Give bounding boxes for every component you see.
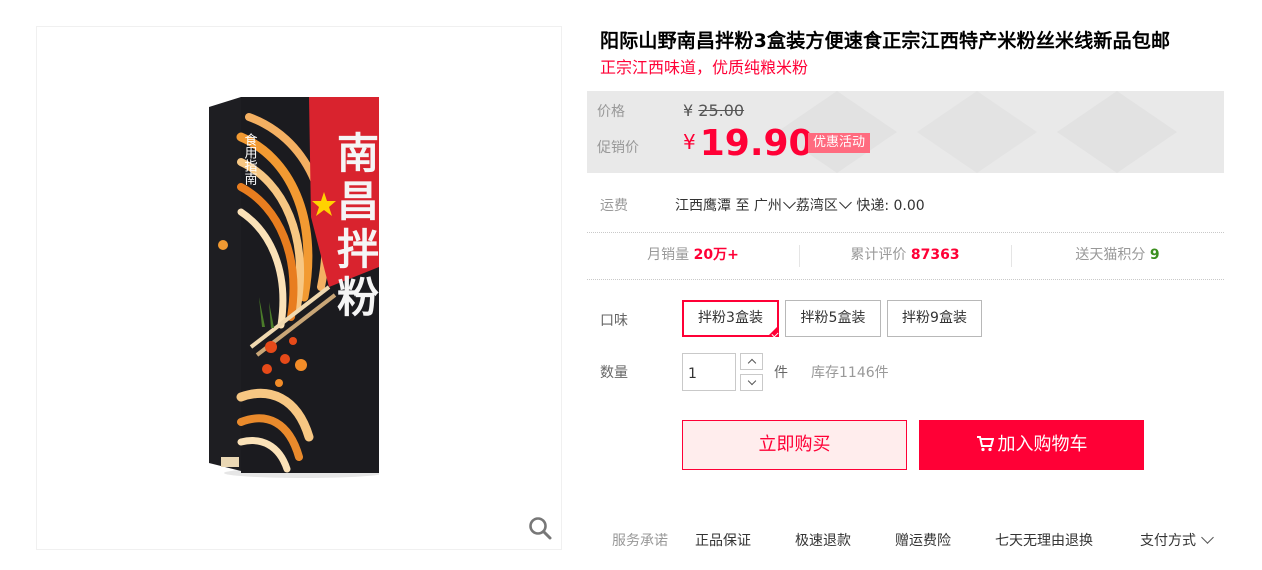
quantity-input[interactable]: 1 [682, 353, 736, 391]
flavor-option-5box[interactable]: 拌粉5盒装 [785, 300, 881, 337]
flavor-option-label: 拌粉9盒装 [902, 310, 967, 326]
freight-row: 运费 江西鹰潭 至 广州 荔湾区 快递: 0.00 [587, 188, 1224, 220]
promo-activity-tag[interactable]: 优惠活动 [808, 133, 871, 153]
monthly-sales-label: 月销量 [647, 247, 690, 263]
original-price-value: 25.00 [698, 101, 745, 120]
stock-count: 库存1146件 [811, 365, 889, 381]
flavor-option-label: 拌粉5盒装 [800, 310, 866, 326]
product-image: 食用指南 南昌拌粉 [209, 97, 380, 478]
city-selector[interactable]: 广州 [753, 196, 796, 214]
service-label: 服务承诺 [612, 533, 668, 549]
promo-currency-symbol: ¥ [683, 130, 696, 154]
service-fast-refund[interactable]: 极速退款 [795, 530, 851, 550]
chevron-down-icon [839, 196, 852, 209]
tmall-points: 送天猫积分 9 [1011, 233, 1224, 278]
points-value: 9 [1149, 247, 1160, 263]
district-name: 荔湾区 [795, 198, 838, 214]
service-7day-return[interactable]: 七天无理由退换 [995, 530, 1093, 550]
flavor-option-label: 拌粉3盒装 [698, 310, 763, 326]
zoom-icon[interactable] [527, 515, 553, 541]
monthly-sales-value: 20万+ [693, 247, 739, 263]
cart-icon [976, 436, 994, 452]
service-genuine[interactable]: 正品保证 [695, 530, 751, 550]
reviews-value: 87363 [910, 247, 960, 263]
review-count[interactable]: 累计评价 87363 [799, 233, 1011, 278]
original-price: ¥ 25.00 [683, 101, 744, 120]
flavor-option-3box[interactable]: 拌粉3盒装 [682, 300, 779, 337]
flavor-label: 口味 [600, 313, 628, 329]
buy-now-button[interactable]: 立即购买 [682, 420, 907, 470]
freight-info: 江西鹰潭 至 广州 荔湾区 快递: 0.00 [675, 195, 925, 215]
service-shipping-insurance[interactable]: 赠运费险 [895, 530, 951, 550]
check-icon [767, 325, 779, 337]
district-selector[interactable]: 荔湾区 [795, 196, 852, 214]
points-label: 送天猫积分 [1075, 247, 1146, 263]
quantity-decrease-button[interactable] [740, 374, 763, 391]
city-name: 广州 [753, 198, 782, 214]
promo-price-label: 促销价 [597, 140, 639, 156]
promo-price: ¥19.90 [683, 123, 814, 164]
chevron-up-icon [747, 358, 757, 368]
divider [587, 279, 1224, 280]
quantity-label: 数量 [600, 365, 628, 381]
decor-pattern [917, 91, 1037, 173]
price-panel: 价格 ¥ 25.00 促销价 ¥19.90 优惠活动 [587, 91, 1224, 173]
add-to-cart-button[interactable]: 加入购物车 [919, 420, 1144, 470]
flavor-option-9box[interactable]: 拌粉9盒装 [887, 300, 982, 337]
chevron-down-icon [1201, 531, 1215, 544]
promo-price-value: 19.90 [699, 123, 814, 164]
box-brand-text: 食用指南 [242, 132, 258, 185]
add-to-cart-label: 加入购物车 [997, 434, 1088, 455]
price-label: 价格 [597, 104, 625, 120]
product-title: 阳际山野南昌拌粉3盒装方便速食正宗江西特产米粉丝米线新品包邮 [600, 30, 1171, 52]
freight-to: 至 [735, 198, 750, 214]
freight-origin: 江西鹰潭 [675, 198, 731, 214]
stats-row: 月销量 20万+ 累计评价 87363 送天猫积分 9 [587, 233, 1224, 278]
chevron-down-icon [783, 196, 796, 209]
quantity-increase-button[interactable] [740, 353, 763, 370]
decor-pattern [1057, 91, 1177, 173]
reviews-label: 累计评价 [850, 247, 907, 263]
product-subtitle: 正宗江西味道，优质纯粮米粉 [600, 58, 809, 77]
product-gallery: 食用指南 南昌拌粉 [36, 26, 562, 550]
payment-methods-label: 支付方式 [1140, 533, 1196, 549]
freight-label: 运费 [600, 198, 628, 214]
monthly-sales: 月销量 20万+ [587, 233, 799, 278]
chevron-down-icon [747, 376, 757, 386]
box-name-text: 南昌拌粉 [331, 131, 380, 323]
payment-methods-toggle[interactable]: 支付方式 [1140, 530, 1215, 550]
express-fee: 快递: 0.00 [856, 198, 925, 214]
quantity-unit: 件 [774, 365, 788, 381]
currency-symbol: ¥ [683, 101, 694, 120]
